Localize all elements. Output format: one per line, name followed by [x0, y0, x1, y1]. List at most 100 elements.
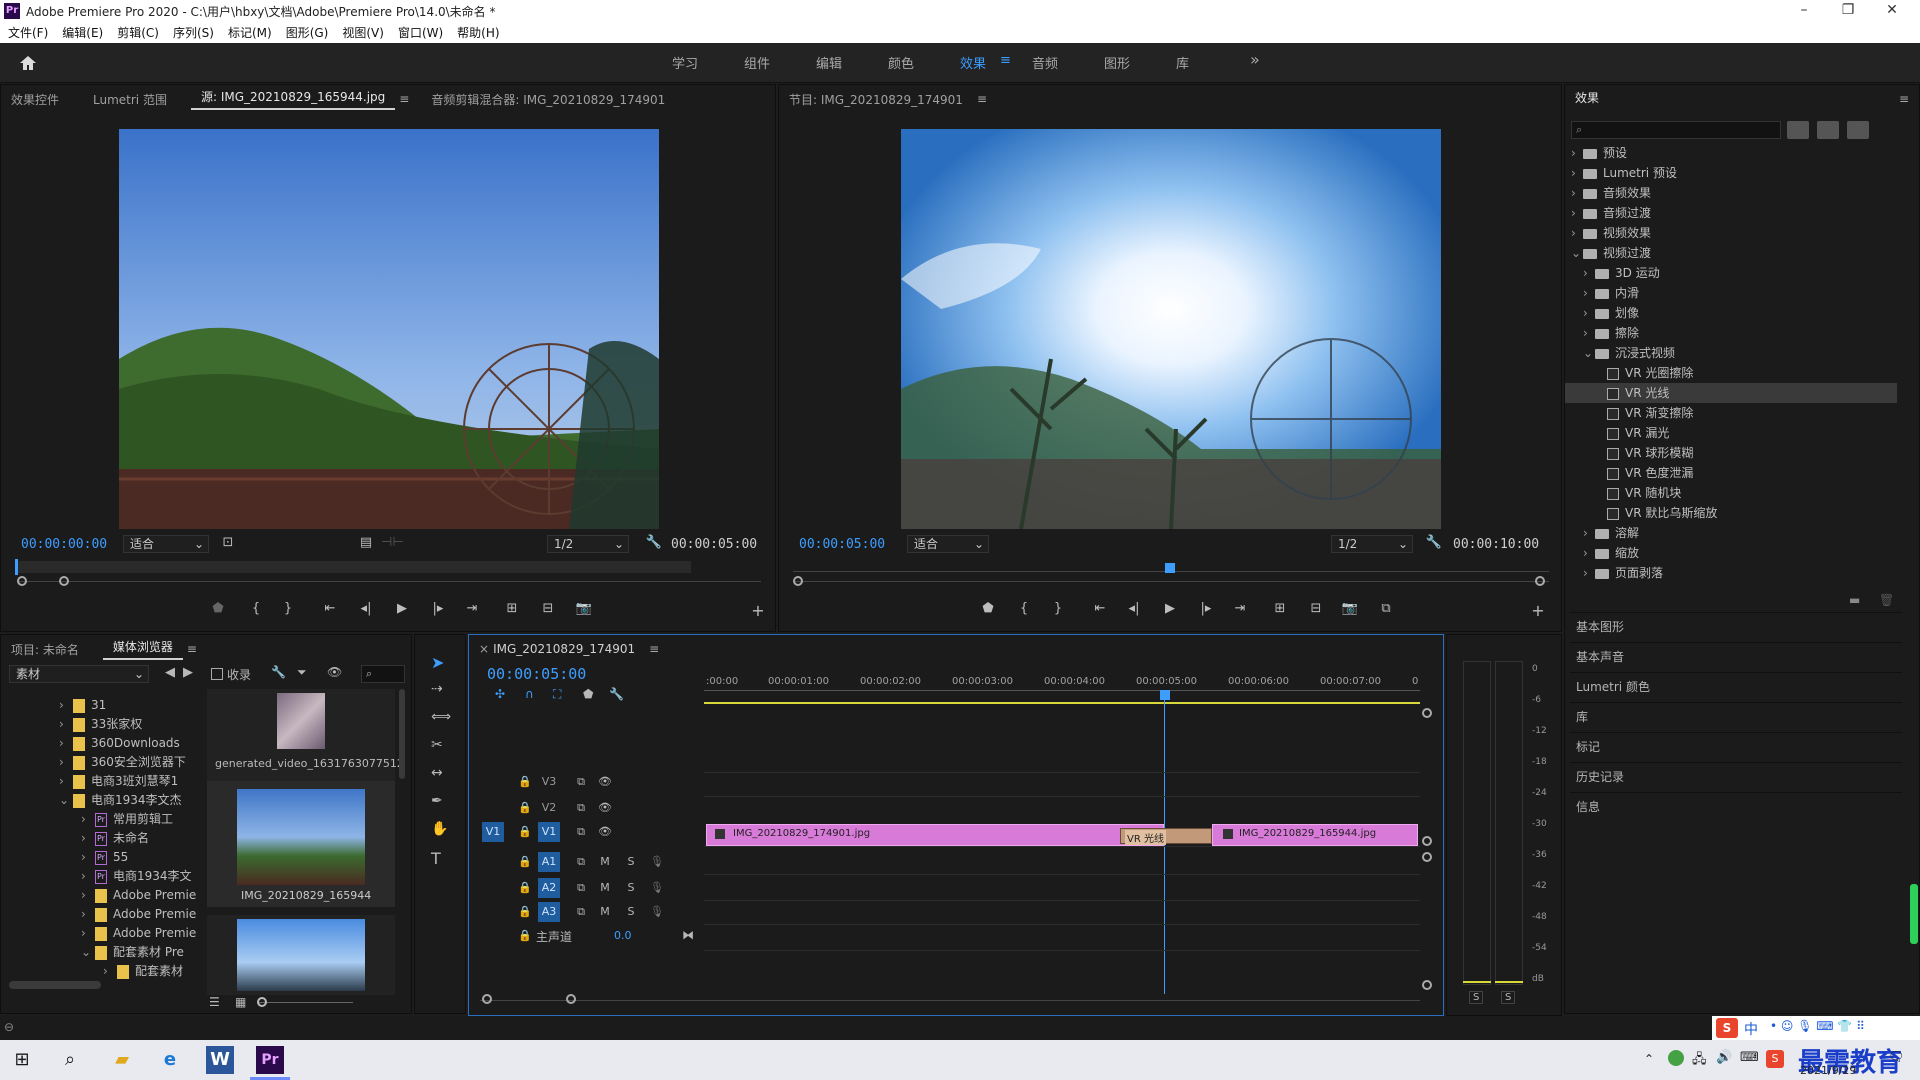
- timeline-clip[interactable]: IMG_20210829_174901.jpg: [706, 824, 1164, 846]
- thumbnail-card[interactable]: IMG_20210829_165944: [207, 781, 395, 907]
- snap-icon[interactable]: ∩: [525, 687, 534, 701]
- chevron-right-icon[interactable]: ›: [1583, 523, 1595, 543]
- 32-bit-effects-icon[interactable]: [1817, 121, 1839, 139]
- thumbnail-scrollbar[interactable]: [399, 689, 405, 779]
- mark-in-icon[interactable]: {: [245, 601, 267, 616]
- project-panel-menu-icon[interactable]: ≡: [187, 642, 197, 656]
- media-tree-item[interactable]: › Adobe Premie: [1, 904, 196, 924]
- solo-button[interactable]: S: [620, 878, 642, 898]
- chevron-right-icon[interactable]: ›: [81, 828, 95, 848]
- chevron-right-icon[interactable]: ›: [59, 695, 73, 715]
- chevron-right-icon[interactable]: ›: [1583, 283, 1595, 303]
- effect-folder-item[interactable]: › 内滑: [1565, 283, 1897, 303]
- start-windows-icon[interactable]: ⊞: [2, 1044, 42, 1076]
- ripple-edit-icon[interactable]: ⟺: [431, 709, 451, 725]
- tray-network-icon[interactable]: 🖧: [1692, 1050, 1707, 1072]
- chevron-right-icon[interactable]: ›: [59, 733, 73, 753]
- notification-icon[interactable]: 🗨: [1888, 1050, 1905, 1065]
- tray-volume-icon[interactable]: 🔊: [1716, 1050, 1732, 1065]
- media-tree-item[interactable]: › 配套素材: [1, 961, 183, 981]
- chevron-right-icon[interactable]: ›: [1583, 263, 1595, 283]
- add-marker-icon[interactable]: ⬟: [977, 601, 999, 616]
- add-marker-icon[interactable]: ⬟: [207, 601, 229, 616]
- list-view-icon[interactable]: ☰: [209, 995, 220, 1009]
- solo-right-button[interactable]: S: [1501, 991, 1516, 1004]
- source-scroll-handle-right[interactable]: [59, 576, 69, 586]
- chevron-right-icon[interactable]: ›: [59, 714, 73, 734]
- track-label[interactable]: A2: [538, 878, 560, 898]
- effect-folder-item[interactable]: › 视频效果: [1565, 223, 1897, 243]
- insert-edit-icon[interactable]: ⊡: [217, 535, 239, 550]
- audio-scroll-handle[interactable]: [1422, 852, 1432, 862]
- mute-button[interactable]: M: [594, 878, 616, 898]
- tree-horizontal-scrollbar[interactable]: [9, 981, 101, 989]
- effect-folder-item[interactable]: › 划像: [1565, 303, 1897, 323]
- button-editor-add-icon[interactable]: +: [1527, 601, 1549, 620]
- workspace-editing[interactable]: 编辑: [816, 53, 842, 72]
- chevron-down-icon[interactable]: ⌄: [59, 790, 73, 810]
- section-history[interactable]: 历史记录: [1570, 762, 1902, 790]
- section-essential-sound[interactable]: 基本声音: [1570, 642, 1902, 670]
- go-to-in-icon[interactable]: ⇤: [319, 601, 341, 616]
- ime-mode[interactable]: 中: [1744, 1019, 1758, 1039]
- lock-icon[interactable]: 🔒: [514, 902, 536, 922]
- mute-button[interactable]: M: [594, 852, 616, 872]
- eye-icon[interactable]: 👁: [594, 798, 616, 818]
- sync-lock-icon[interactable]: ⧉: [570, 772, 592, 792]
- workspace-menu-icon[interactable]: ≡: [1000, 53, 1011, 68]
- section-essential-graphics[interactable]: 基本图形: [1570, 612, 1902, 640]
- effect-item[interactable]: VR 光线: [1565, 383, 1897, 403]
- program-timecode[interactable]: 00:00:05:00: [799, 537, 885, 552]
- accelerated-effects-icon[interactable]: [1787, 121, 1809, 139]
- program-scroll-handle-left[interactable]: [793, 576, 803, 586]
- step-forward-icon[interactable]: |▸: [427, 601, 449, 616]
- view-eye-icon[interactable]: 👁: [327, 665, 342, 679]
- effect-item[interactable]: VR 随机块: [1565, 483, 1897, 503]
- wrench-icon[interactable]: 🔧: [1423, 535, 1445, 550]
- media-tree-item[interactable]: ⌄ 配套素材 Pre: [1, 942, 184, 962]
- slip-tool-icon[interactable]: ↔: [431, 765, 443, 781]
- forward-arrow-icon[interactable]: ▶: [183, 665, 193, 680]
- export-frame-icon[interactable]: 📷: [1339, 601, 1361, 616]
- effect-folder-item[interactable]: › 预设: [1565, 143, 1897, 163]
- source-scroll-handle-left[interactable]: [17, 576, 27, 586]
- section-libraries[interactable]: 库: [1570, 702, 1902, 730]
- timeline-playhead-handle[interactable]: [1160, 690, 1170, 700]
- export-frame-icon[interactable]: 📷: [573, 601, 595, 616]
- effect-folder-item[interactable]: › 页面剥落: [1565, 563, 1897, 583]
- program-playhead[interactable]: [1165, 563, 1175, 573]
- chevron-right-icon[interactable]: ›: [103, 961, 117, 981]
- lock-icon[interactable]: 🔒: [514, 926, 536, 946]
- close-tab-icon[interactable]: ×: [469, 642, 491, 656]
- media-tree-item[interactable]: › Pr 电商1934李文: [1, 866, 192, 886]
- drag-video-icon[interactable]: ▤: [355, 535, 377, 550]
- chevron-right-icon[interactable]: ›: [1583, 563, 1595, 583]
- thumbnail-zoom-slider[interactable]: [257, 997, 267, 1007]
- edge-browser-icon[interactable]: e: [150, 1044, 190, 1076]
- filter-icon[interactable]: ⏷: [297, 665, 307, 680]
- track-label[interactable]: A1: [538, 852, 560, 872]
- media-tree-item[interactable]: › 电商3班刘慧琴1: [1, 771, 178, 791]
- go-to-out-icon[interactable]: ⇥: [461, 601, 483, 616]
- media-tree-item[interactable]: › Adobe Premie: [1, 885, 196, 905]
- close-button[interactable]: ✕: [1872, 2, 1912, 20]
- transition-block[interactable]: VR 光线: [1120, 828, 1212, 845]
- workspace-assembly[interactable]: 组件: [744, 53, 770, 72]
- track-label[interactable]: A3: [538, 902, 560, 922]
- premiere-taskbar-icon[interactable]: Pr: [256, 1046, 284, 1074]
- new-bin-icon[interactable]: ▬: [1849, 593, 1860, 607]
- effect-item[interactable]: VR 光圈擦除: [1565, 363, 1897, 383]
- media-tree-item[interactable]: › 360安全浏览器下: [1, 752, 186, 772]
- menu-edit[interactable]: 编辑(E): [62, 24, 103, 41]
- minimize-button[interactable]: –: [1784, 2, 1824, 20]
- media-tree-item[interactable]: › Adobe Premie: [1, 923, 196, 943]
- audio-scroll-handle[interactable]: [1422, 980, 1432, 990]
- source-timecode[interactable]: 00:00:00:00: [21, 537, 107, 552]
- tab-lumetri-scopes[interactable]: Lumetri 范围: [83, 91, 177, 108]
- effect-folder-item[interactable]: › 溶解: [1565, 523, 1897, 543]
- tab-effect-controls[interactable]: 效果控件: [1, 91, 69, 108]
- chevron-right-icon[interactable]: ›: [1571, 223, 1583, 243]
- step-forward-icon[interactable]: |▸: [1195, 601, 1217, 616]
- lock-icon[interactable]: 🔒: [514, 852, 536, 872]
- lock-icon[interactable]: 🔒: [514, 822, 536, 842]
